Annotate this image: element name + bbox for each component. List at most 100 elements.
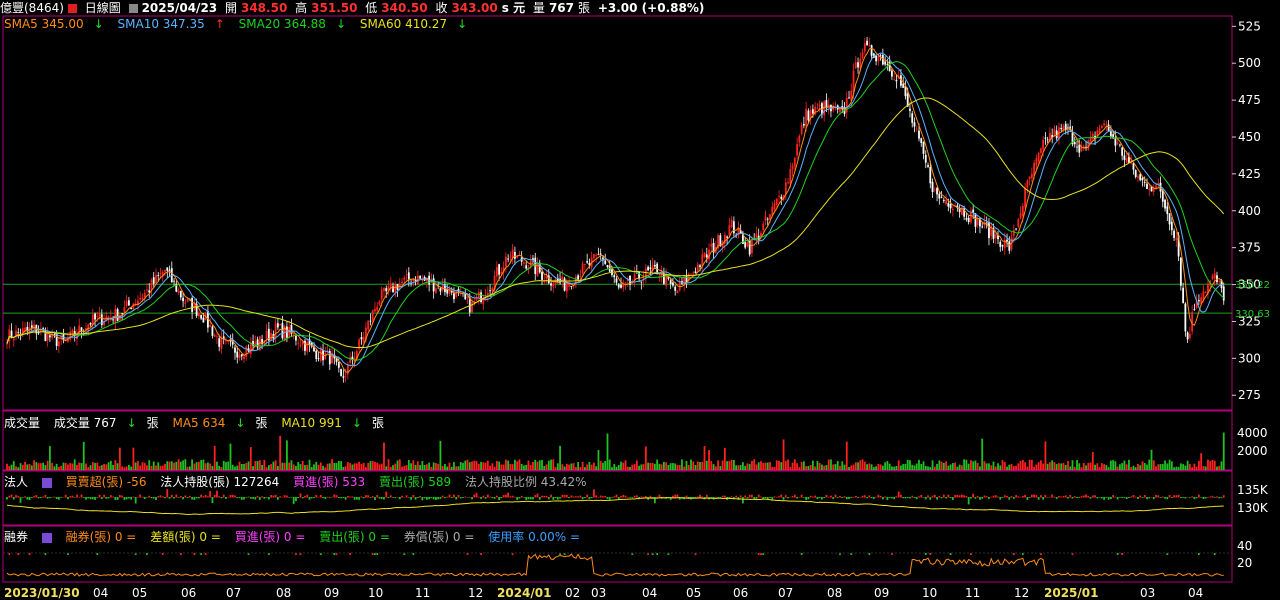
candle-body <box>1046 139 1049 141</box>
volume-bar <box>288 462 291 470</box>
volume-bar <box>904 463 907 470</box>
candle-body <box>976 217 979 226</box>
volume-bar <box>170 461 173 470</box>
candle-body <box>911 113 914 123</box>
volume-bar <box>742 462 744 470</box>
institutional-bar <box>164 497 166 499</box>
institutional-bar <box>313 497 315 498</box>
margin-tick-label: 20 <box>1237 556 1252 570</box>
candle-body <box>1114 137 1117 146</box>
volume-bar <box>164 463 166 470</box>
institutional-holding-line <box>6 497 1224 515</box>
candle-body <box>949 204 952 209</box>
candle-body <box>71 329 74 333</box>
volume-bar <box>802 461 805 470</box>
candle-body <box>902 83 905 88</box>
institutional-bar <box>958 495 961 498</box>
institutional-bar <box>369 497 372 498</box>
candle-body <box>1037 152 1040 162</box>
candle-body <box>1039 148 1042 153</box>
institutional-bar <box>71 495 74 498</box>
institutional-bar <box>421 497 424 501</box>
candle-body <box>389 283 392 287</box>
volume-bar <box>956 466 959 470</box>
candle-body <box>394 283 397 293</box>
institutional-bar <box>182 497 184 500</box>
pane-frame-2 <box>2 470 1233 526</box>
institutional-bar <box>1202 497 1205 500</box>
volume-bar <box>863 461 866 470</box>
volume-bar <box>263 460 266 470</box>
institutional-bar <box>947 494 950 498</box>
institutional-bar <box>538 497 541 500</box>
volume-bar <box>328 463 331 470</box>
volume-bar <box>809 465 812 470</box>
volume-bar <box>1085 465 1087 470</box>
institutional-bar <box>861 495 864 498</box>
volume-bar <box>229 443 232 470</box>
institutional-bar <box>622 494 625 498</box>
institutional-bar <box>1207 496 1209 498</box>
volume-bar <box>1051 460 1054 470</box>
candle-body <box>595 254 598 256</box>
candle-body <box>791 165 794 170</box>
volume-bar <box>818 462 821 470</box>
institutional-bar <box>299 493 302 498</box>
volume-bar <box>586 464 589 470</box>
institutional-bar <box>96 497 99 498</box>
institutional-bar <box>1155 494 1157 498</box>
volume-bar <box>1024 462 1026 470</box>
institutional-bar <box>886 497 889 500</box>
volume-bar <box>687 465 690 470</box>
volume-bar <box>913 465 916 470</box>
institutional-bar <box>1085 494 1087 498</box>
institutional-bar <box>333 494 336 498</box>
institutional-bar <box>1132 495 1135 498</box>
volume-bar <box>852 464 855 470</box>
candle-body <box>455 290 458 297</box>
candle-body <box>299 344 302 346</box>
candle-body <box>58 341 60 347</box>
candle-body <box>1139 174 1142 181</box>
candle-body <box>798 135 801 143</box>
institutional-bar <box>432 497 435 500</box>
institutional-bar <box>495 495 498 498</box>
volume-bar <box>672 463 674 470</box>
volume-bar <box>1202 466 1205 470</box>
institutional-bar <box>1213 497 1216 498</box>
volume-bar <box>1042 463 1045 470</box>
volume-bar <box>658 463 661 470</box>
volume-bar <box>769 462 771 470</box>
volume-bar <box>1078 463 1081 470</box>
stock-chart[interactable]: 275300325350375400425450475500525350.223… <box>0 0 1280 600</box>
volume-bar <box>561 464 564 470</box>
candle-body <box>929 167 932 184</box>
volume-bar <box>286 440 288 470</box>
institutional-bar <box>565 494 568 498</box>
volume-bar <box>1098 467 1101 470</box>
candle-body <box>854 62 857 69</box>
candle-body <box>1008 241 1011 251</box>
volume-bar <box>593 462 595 470</box>
institutional-bar <box>76 494 78 498</box>
volume-bar <box>778 460 780 470</box>
candle-body <box>852 70 855 93</box>
volume-bar <box>69 463 72 470</box>
institutional-bar <box>888 497 891 499</box>
candle-body <box>238 354 241 359</box>
candle-body <box>464 293 467 300</box>
institutional-bar <box>1184 497 1187 499</box>
institutional-bar <box>342 497 345 499</box>
volume-bar <box>1218 465 1221 470</box>
institutional-bar <box>674 494 677 498</box>
institutional-bar <box>757 494 760 498</box>
candle-body <box>1134 170 1137 177</box>
candle-body <box>773 203 776 210</box>
candle-body <box>694 271 697 274</box>
candle-body <box>1179 257 1182 286</box>
candle-body <box>1017 218 1020 227</box>
candle-body <box>593 254 595 259</box>
institutional-bar <box>1019 496 1022 498</box>
candle-body <box>970 211 972 223</box>
volume-bar <box>696 461 699 470</box>
